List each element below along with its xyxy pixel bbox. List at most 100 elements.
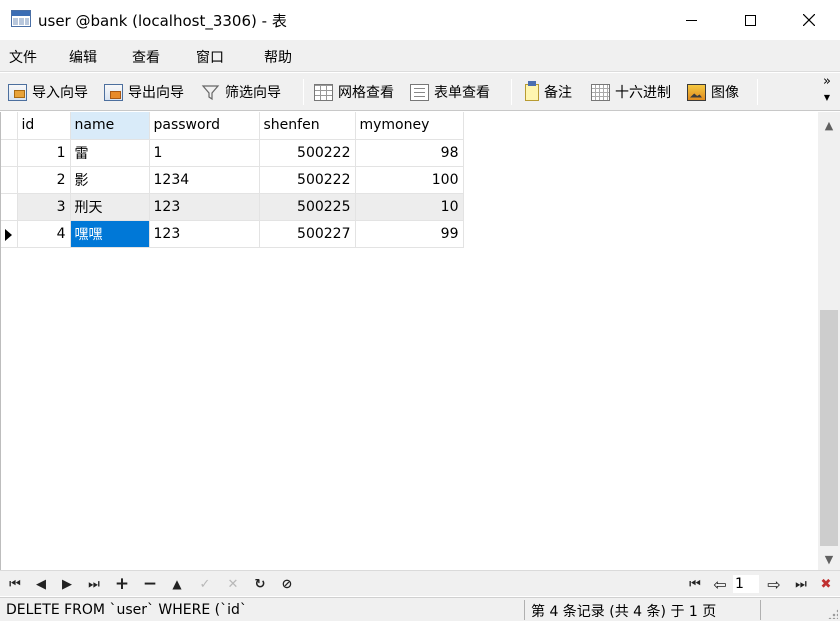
refresh-icon[interactable]: ↻ — [251, 575, 269, 593]
toolbar-separator — [757, 79, 758, 105]
toolbar-overflow-button[interactable]: » ▼ — [820, 75, 834, 105]
form-view-button[interactable]: 表单查看 — [410, 81, 490, 103]
data-grid[interactable]: id name password shenfen mymoney 1 雷 1 5… — [0, 112, 818, 570]
scrollbar-thumb[interactable] — [820, 310, 838, 546]
record-navigation-bar: ⏮ ◀ ▶ ⏭ + − ▲ ✓ ✕ ↻ ⊘ ⏮ ⇦ 1 ⇨ ⏭ ✖ — [0, 570, 840, 596]
minimize-button[interactable] — [668, 0, 714, 40]
discard-x-icon[interactable]: ✕ — [224, 575, 242, 593]
cell-name[interactable]: 刑天 — [70, 193, 150, 221]
cell-mymoney[interactable]: 98 — [355, 139, 464, 167]
cell-id[interactable]: 1 — [17, 139, 71, 167]
title-bar: user @bank (localhost_3306) - 表 — [0, 0, 840, 40]
cell-shenfen[interactable]: 500225 — [259, 193, 356, 221]
close-icon — [803, 14, 815, 26]
filter-wizard-button[interactable]: 筛选向导 — [201, 81, 281, 103]
prev-page-icon[interactable]: ⇦ — [711, 575, 729, 594]
export-wizard-button[interactable]: 导出向导 — [104, 81, 184, 103]
image-button[interactable]: 图像 — [687, 81, 739, 103]
maximize-button[interactable] — [727, 0, 773, 40]
table-app-icon — [11, 10, 31, 27]
menu-window[interactable]: 窗口 — [196, 47, 224, 67]
column-header-name[interactable]: name — [70, 112, 150, 140]
cell-id[interactable]: 3 — [17, 193, 71, 221]
grid-view-icon — [314, 83, 333, 101]
grid-view-button[interactable]: 网格查看 — [314, 81, 394, 103]
column-header-id[interactable]: id — [17, 112, 71, 140]
resize-grip-icon[interactable] — [828, 609, 838, 619]
cell-password[interactable]: 1234 — [149, 166, 260, 194]
last-record-icon[interactable]: ⏭ — [85, 575, 103, 593]
scroll-down-arrow-icon[interactable]: ▼ — [818, 548, 840, 570]
scroll-up-arrow-icon[interactable]: ▲ — [818, 114, 840, 136]
filter-funnel-icon — [201, 84, 220, 100]
cell-password[interactable]: 123 — [149, 193, 260, 221]
row-indicator[interactable] — [1, 193, 18, 221]
record-count-text: 第 4 条记录 (共 4 条) 于 1 页 — [531, 604, 717, 620]
sql-status-text: DELETE FROM `user` WHERE (`id` — [6, 602, 247, 618]
cell-shenfen[interactable]: 500227 — [259, 220, 356, 248]
cell-shenfen[interactable]: 500222 — [259, 166, 356, 194]
menu-help[interactable]: 帮助 — [264, 47, 292, 67]
delete-record-icon[interactable]: − — [141, 574, 159, 594]
table-row[interactable]: 1 雷 1 500222 98 — [1, 139, 464, 167]
apply-check-icon[interactable]: ✓ — [196, 575, 214, 593]
dropdown-arrow-icon: ▼ — [823, 93, 831, 102]
menu-file[interactable]: 文件 — [9, 47, 37, 67]
menu-view[interactable]: 查看 — [132, 47, 160, 67]
table-row[interactable]: 2 影 1234 500222 100 — [1, 166, 464, 194]
move-up-icon[interactable]: ▲ — [168, 575, 186, 593]
cell-mymoney[interactable]: 10 — [355, 193, 464, 221]
filter-wizard-label: 筛选向导 — [225, 85, 281, 101]
records-table: id name password shenfen mymoney 1 雷 1 5… — [1, 112, 464, 248]
last-page-icon[interactable]: ⏭ — [792, 575, 810, 593]
cell-mymoney[interactable]: 100 — [355, 166, 464, 194]
hex-button[interactable]: 十六进制 — [591, 81, 671, 103]
next-page-icon[interactable]: ⇨ — [765, 575, 783, 594]
add-record-icon[interactable]: + — [113, 574, 131, 594]
maximize-icon — [744, 14, 756, 26]
page-number-input[interactable]: 1 — [732, 574, 760, 594]
column-header-shenfen[interactable]: shenfen — [259, 112, 356, 140]
table-row-current[interactable]: 4 嘿嘿 123 500227 99 — [1, 220, 464, 248]
settings-tools-icon[interactable]: ✖ — [817, 575, 835, 593]
first-record-icon[interactable]: ⏮ — [6, 575, 24, 593]
note-label: 备注 — [544, 85, 572, 101]
status-divider — [760, 600, 761, 620]
row-indicator[interactable] — [1, 220, 18, 248]
column-header-password[interactable]: password — [149, 112, 260, 140]
prev-record-icon[interactable]: ◀ — [32, 575, 50, 593]
toolbar-separator — [303, 79, 304, 105]
status-divider — [524, 600, 525, 620]
cell-mymoney[interactable]: 99 — [355, 220, 464, 248]
hex-icon — [591, 83, 610, 101]
next-record-icon[interactable]: ▶ — [58, 575, 76, 593]
note-button[interactable]: 备注 — [525, 80, 572, 103]
window-title: user @bank (localhost_3306) - 表 — [38, 12, 287, 30]
cell-name-selected[interactable]: 嘿嘿 — [70, 220, 150, 248]
row-indicator[interactable] — [1, 166, 18, 194]
vertical-scrollbar[interactable]: ▲ ▼ — [818, 112, 840, 570]
note-icon — [525, 80, 539, 101]
row-indicator[interactable] — [1, 139, 18, 167]
cell-id[interactable]: 4 — [17, 220, 71, 248]
menu-bar: 文件 编辑 查看 窗口 帮助 — [0, 40, 840, 72]
import-wizard-label: 导入向导 — [32, 85, 88, 101]
toolbar-separator — [511, 79, 512, 105]
cell-id[interactable]: 2 — [17, 166, 71, 194]
export-wizard-label: 导出向导 — [128, 85, 184, 101]
first-page-icon[interactable]: ⏮ — [686, 575, 704, 593]
close-button[interactable] — [786, 0, 832, 40]
import-icon — [8, 83, 27, 101]
table-row[interactable]: 3 刑天 123 500225 10 — [1, 193, 464, 221]
row-indicator-header — [1, 112, 18, 140]
column-header-mymoney[interactable]: mymoney — [355, 112, 464, 140]
image-icon — [687, 83, 706, 101]
cell-shenfen[interactable]: 500222 — [259, 139, 356, 167]
stop-icon[interactable]: ⊘ — [278, 575, 296, 593]
cell-password[interactable]: 1 — [149, 139, 260, 167]
cell-password[interactable]: 123 — [149, 220, 260, 248]
import-wizard-button[interactable]: 导入向导 — [8, 81, 88, 103]
menu-edit[interactable]: 编辑 — [69, 47, 97, 67]
cell-name[interactable]: 雷 — [70, 139, 150, 167]
cell-name[interactable]: 影 — [70, 166, 150, 194]
